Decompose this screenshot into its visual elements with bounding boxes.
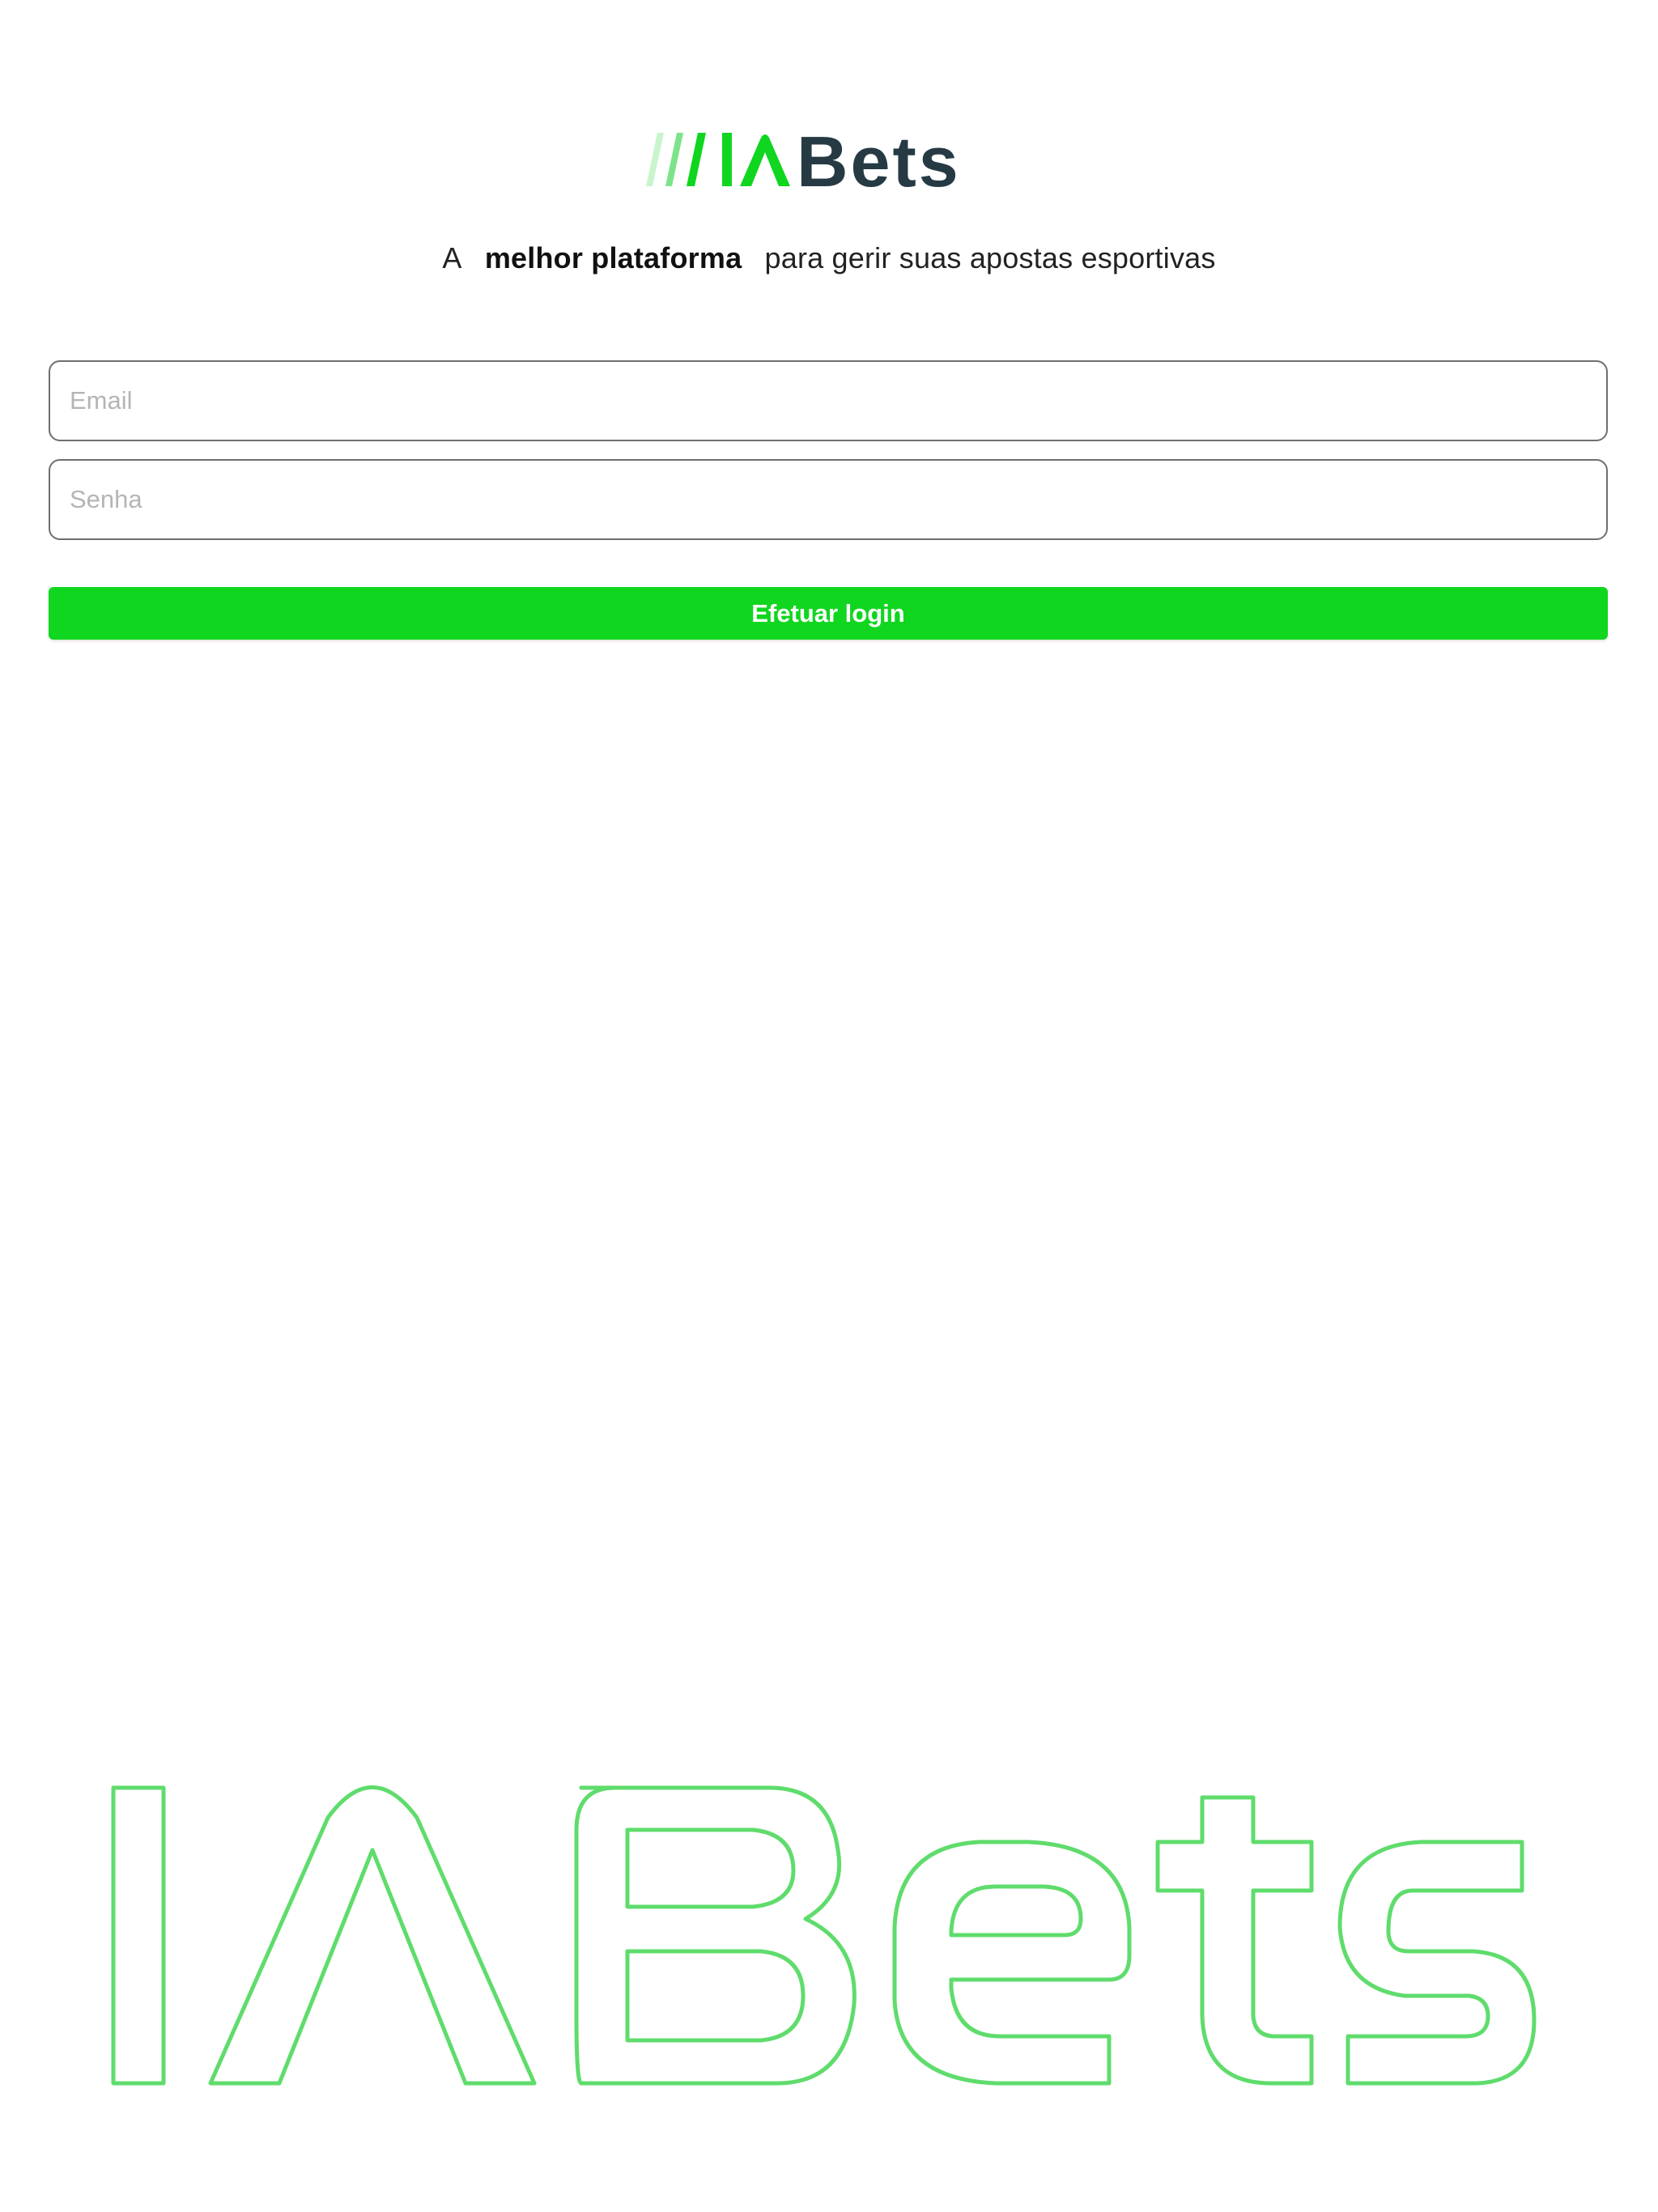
tagline-highlight: melhor plataforma — [484, 241, 742, 274]
brand-logo: Bets — [0, 120, 1658, 201]
slash-mid-icon — [665, 133, 683, 186]
login-button[interactable]: Efetuar login — [49, 587, 1608, 640]
iabets-logo-icon: Bets — [646, 121, 961, 193]
password-field[interactable] — [49, 459, 1608, 540]
outline-letter-s — [1337, 1840, 1537, 2086]
slash-light-icon — [646, 133, 664, 186]
logo-letter-a — [740, 134, 790, 186]
outline-letter-a — [208, 1785, 537, 2086]
email-field[interactable] — [49, 360, 1608, 441]
logo-letter-i — [722, 133, 732, 186]
logo-wordmark: Bets — [797, 121, 961, 193]
login-page: Bets A melhor plataforma para gerir suas… — [0, 0, 1658, 2212]
outline-letter-i — [111, 1785, 166, 2086]
slash-dark-icon — [687, 133, 706, 186]
outline-letter-e — [892, 1840, 1132, 2086]
tagline-suffix: para gerir suas apostas esportivas — [764, 241, 1216, 274]
outline-letter-t — [1155, 1795, 1314, 2086]
iabets-outline-logo-icon — [111, 1785, 1537, 2086]
outline-letter-b — [574, 1785, 857, 2086]
tagline: A melhor plataforma para gerir suas apos… — [0, 241, 1658, 275]
tagline-prefix: A — [442, 241, 462, 274]
brand-watermark — [97, 1773, 1554, 2097]
